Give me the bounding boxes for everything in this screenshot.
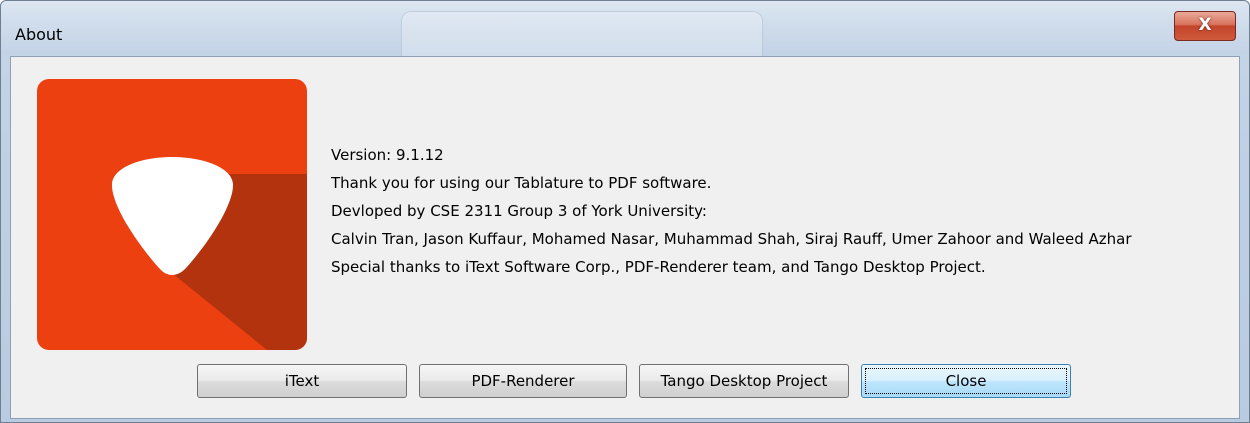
focus-ring [865, 368, 1067, 394]
pdf-renderer-button[interactable]: PDF-Renderer [419, 364, 627, 398]
thanks-text: Thank you for using our Tablature to PDF… [331, 174, 712, 192]
itext-button[interactable]: iText [197, 364, 407, 398]
title-bar[interactable]: About X [1, 1, 1249, 57]
close-button[interactable]: Close [861, 364, 1071, 398]
background-window-ghost [401, 11, 763, 57]
window-title: About [15, 25, 63, 44]
close-icon: X [1198, 15, 1212, 35]
tango-desktop-project-button[interactable]: Tango Desktop Project [639, 364, 849, 398]
special-thanks-text: Special thanks to iText Software Corp., … [331, 258, 986, 276]
window-close-button[interactable]: X [1174, 11, 1236, 41]
app-logo [37, 79, 307, 350]
version-text: Version: 9.1.12 [331, 146, 444, 164]
authors-text: Calvin Tran, Jason Kuffaur, Mohamed Nasa… [331, 230, 1132, 248]
about-info: Version: 9.1.12 Thank you for using our … [331, 141, 1132, 281]
dialog-content: Version: 9.1.12 Thank you for using our … [10, 56, 1240, 419]
developed-by-text: Devloped by CSE 2311 Group 3 of York Uni… [331, 202, 707, 220]
about-dialog: About X Version: 9.1.12 Thank you for us… [0, 0, 1250, 423]
guitar-pick-icon [111, 157, 307, 350]
